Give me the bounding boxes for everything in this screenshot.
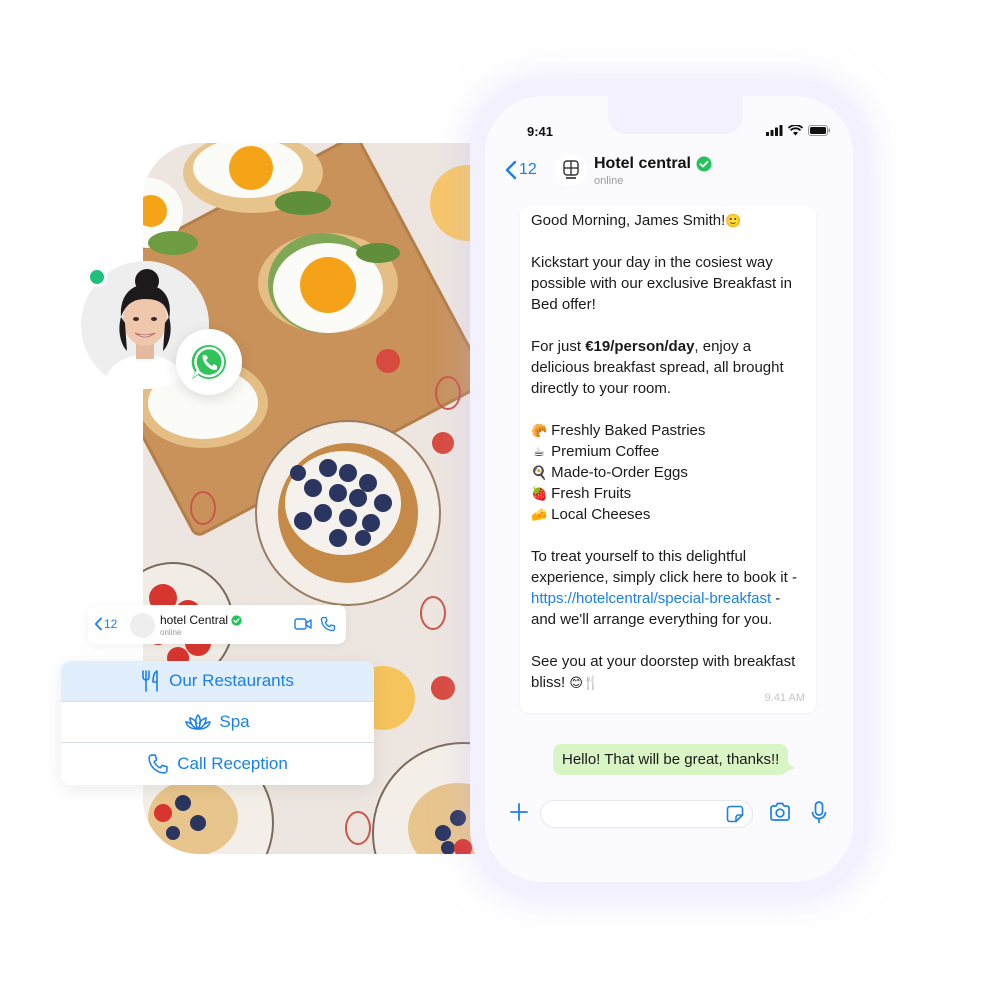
status-time: 9:41 xyxy=(527,124,554,139)
price-prefix: For just xyxy=(531,338,586,355)
online-indicator xyxy=(87,267,107,287)
offer-items-list: 🥐 Freshly Baked Pastries ☕ Premium Coffe… xyxy=(531,420,805,525)
verified-icon xyxy=(231,614,242,626)
mini-contact-name-text: hotel Central xyxy=(160,613,229,627)
quick-reply-menu: Our Restaurants Spa Call Reception xyxy=(61,661,374,785)
mini-back-button[interactable]: 12 xyxy=(94,617,117,631)
offer-item: 🧀 Local Cheeses xyxy=(531,506,650,523)
message-price: For just €19/person/day, enjoy a delicio… xyxy=(531,336,805,399)
quick-reply-label: Our Restaurants xyxy=(169,671,294,690)
verified-icon xyxy=(696,156,712,172)
phone-notch xyxy=(608,96,743,134)
croissant-emoji: 🥐 xyxy=(531,423,548,438)
contact-name-text: Hotel central xyxy=(594,155,691,172)
offer-item-label: Premium Coffee xyxy=(551,443,660,460)
microphone-icon[interactable] xyxy=(811,801,827,825)
incoming-message: Good Morning, James Smith!🙂 Kickstart yo… xyxy=(520,206,816,713)
camera-icon[interactable] xyxy=(769,802,791,822)
battery-icon xyxy=(808,125,830,136)
message-composer xyxy=(485,796,853,832)
offer-item-label: Fresh Fruits xyxy=(551,485,632,502)
smile-emoji: 🙂 xyxy=(725,213,742,228)
chevron-left-icon xyxy=(505,160,517,180)
phone-screen: 9:41 12 Hotel central online Good Mornin… xyxy=(485,96,853,882)
greeting-text: Good Morning, James Smith! xyxy=(531,212,726,229)
quick-reply-spa[interactable]: Spa xyxy=(61,702,374,743)
quick-reply-label: Call Reception xyxy=(177,754,288,773)
contact-status: online xyxy=(594,175,624,187)
quick-reply-label: Spa xyxy=(219,712,250,731)
offer-item: 🥐 Freshly Baked Pastries xyxy=(531,422,705,439)
whatsapp-badge xyxy=(176,329,242,395)
coffee-emoji: ☕ xyxy=(533,444,545,459)
mini-unread-count: 12 xyxy=(104,617,118,631)
quick-reply-our-restaurants[interactable]: Our Restaurants xyxy=(61,661,374,702)
message-input[interactable] xyxy=(540,800,753,828)
phone-call-icon[interactable] xyxy=(320,616,336,632)
offer-item: 🍓 Fresh Fruits xyxy=(531,485,631,502)
status-icons xyxy=(766,125,831,136)
contact-name[interactable]: Hotel central xyxy=(594,155,712,173)
quick-reply-call-reception[interactable]: Call Reception xyxy=(61,743,374,785)
message-cta: To treat yourself to this delightful exp… xyxy=(531,546,805,630)
phone-icon xyxy=(148,754,168,774)
offer-item-label: Made-to-Order Eggs xyxy=(551,464,688,481)
fork-knife-icon xyxy=(142,670,158,692)
back-button[interactable]: 12 xyxy=(505,160,537,180)
unread-count: 12 xyxy=(519,161,537,178)
outgoing-message: Hello! That will be great, thanks!! xyxy=(553,744,796,775)
sticker-icon[interactable] xyxy=(726,805,744,823)
message-closing: See you at your doorstep with breakfast … xyxy=(531,651,805,693)
video-call-icon[interactable] xyxy=(294,617,312,631)
hotel-logo-icon xyxy=(563,160,579,179)
offer-item-label: Local Cheeses xyxy=(551,506,651,523)
chat-header: 12 Hotel central online xyxy=(485,148,853,198)
whatsapp-icon xyxy=(191,344,226,379)
cheese-emoji: 🧀 xyxy=(531,507,548,522)
offer-item: 🍳 Made-to-Order Eggs xyxy=(531,464,688,481)
lotus-icon xyxy=(185,713,212,731)
message-intro: Kickstart your day in the cosiest way po… xyxy=(531,254,792,313)
egg-emoji: 🍳 xyxy=(531,465,548,480)
wifi-icon xyxy=(788,125,803,136)
message-timestamp: 9.41 AM xyxy=(764,692,805,704)
booking-link[interactable]: https://hotelcentral/special-breakfast xyxy=(531,590,771,607)
plus-icon[interactable] xyxy=(509,802,529,822)
mini-contact-avatar[interactable] xyxy=(130,613,155,638)
price-value: €19/person/day xyxy=(585,338,695,355)
customer-avatar-group xyxy=(81,261,242,395)
strawberry-emoji: 🍓 xyxy=(531,486,548,501)
mini-chat-header: 12 hotel Central online xyxy=(88,605,346,644)
hotel-avatar[interactable] xyxy=(555,154,587,186)
outgoing-message-text: Hello! That will be great, thanks!! xyxy=(562,751,780,768)
mini-contact-status: online xyxy=(160,628,182,637)
offer-item: ☕ Premium Coffee xyxy=(531,443,659,460)
chevron-left-icon xyxy=(94,617,102,631)
cta-prefix: To treat yourself to this delightful exp… xyxy=(531,548,797,586)
closing-emoji: 😊🍴 xyxy=(569,675,600,690)
mini-contact-name[interactable]: hotel Central xyxy=(160,613,242,627)
message-greeting: Good Morning, James Smith!🙂 xyxy=(531,210,805,231)
offer-item-label: Freshly Baked Pastries xyxy=(551,422,706,439)
signal-icon xyxy=(766,125,783,136)
